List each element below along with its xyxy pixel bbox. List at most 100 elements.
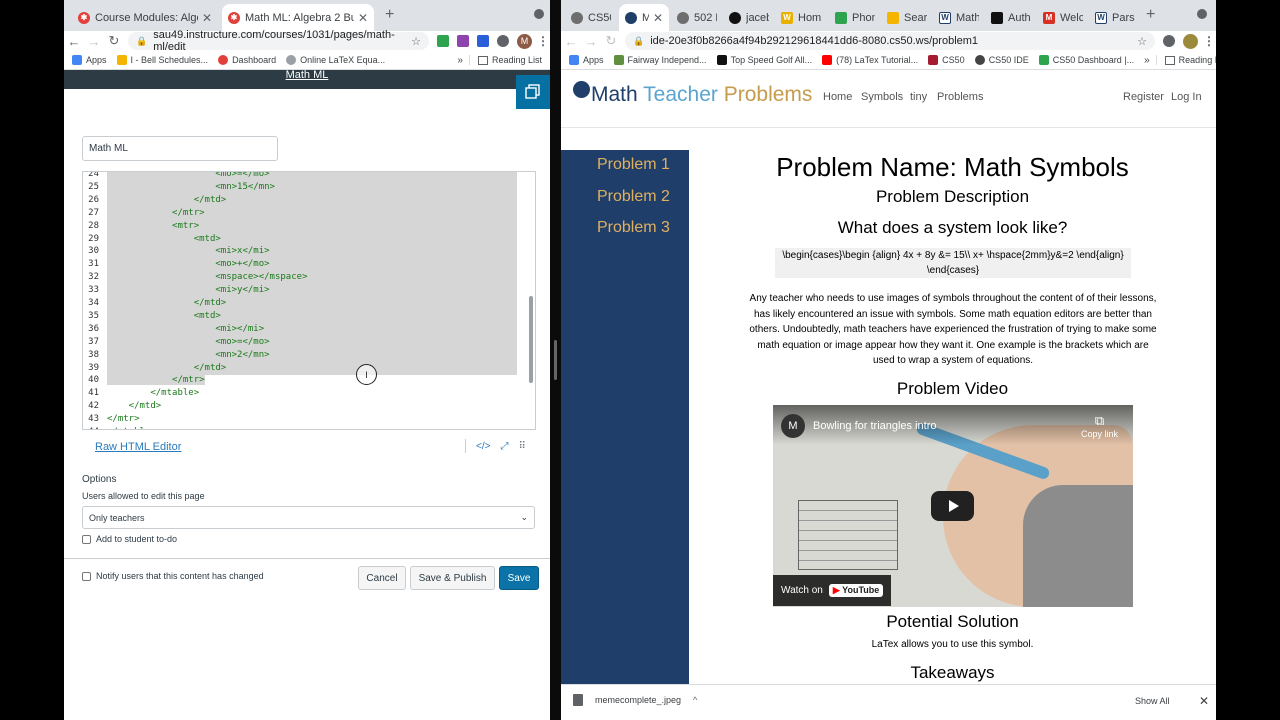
bookmark-star-icon[interactable]: ☆ [1137,35,1147,48]
brand-logo-icon[interactable] [573,81,590,98]
forward-icon[interactable]: → [84,34,104,49]
extension-purple-icon[interactable] [457,35,469,47]
menu-icon[interactable]: ⋮ [536,34,550,48]
bookmark-latex-equation[interactable]: Online LaTeX Equa... [286,55,385,65]
tab-course-modules[interactable]: ✱ Course Modules: Algebra 2 Build ✕ [72,4,218,31]
tab-phone[interactable]: Phone [829,4,881,31]
checkbox-label: Notify users that this content has chang… [96,571,264,581]
nav-register[interactable]: Register [1123,91,1164,103]
sidebar-item-problem-3[interactable]: Problem 3 [597,219,670,237]
show-all-button[interactable]: Show All [1135,696,1170,706]
tab-math-ml[interactable]: ✱ Math ML: Algebra 2 Build ✕ [222,4,374,31]
tab-home[interactable]: W Home [775,4,827,31]
copy-button[interactable] [516,75,550,109]
tab-author[interactable]: Author [985,4,1037,31]
bookmark-bell-schedules[interactable]: I - Bell Schedules... [116,55,208,65]
tab-search-icon[interactable] [1197,9,1207,19]
close-tab-icon[interactable]: ✕ [202,11,212,25]
tab-parsing[interactable]: W Parsing [1089,4,1141,31]
checkbox[interactable] [82,534,91,544]
page-title-input[interactable] [82,136,278,161]
more-bookmarks-icon[interactable]: » [457,55,463,66]
html-code-icon[interactable]: </> [476,441,490,452]
reload-icon[interactable]: ↻ [601,33,621,49]
new-tab-icon[interactable]: + [1146,6,1155,24]
tab-search[interactable]: Search [881,4,933,31]
brand-title[interactable]: Math Teacher Problems [591,83,812,107]
new-tab-icon[interactable]: + [385,6,394,24]
address-bar[interactable]: 🔒 ide-20e3f0b8266a4f94b292129618441dd6-8… [625,32,1155,50]
edit-permission-select[interactable]: Only teachers ⌄ [82,506,535,529]
bookmark-cs50[interactable]: CS50 [928,55,965,65]
channel-avatar[interactable]: M [781,414,805,438]
close-tab-icon[interactable]: ✕ [358,11,368,25]
bookmark-cs50-ide[interactable]: CS50 IDE [974,55,1029,65]
bookmark-apps[interactable]: Apps [72,55,107,65]
close-tab-icon[interactable]: ✕ [653,11,663,25]
window-split-divider[interactable] [550,0,561,720]
nav-symbols[interactable]: Symbols [861,91,903,103]
download-item[interactable]: memecomplete_.jpeg ^ [573,694,697,706]
menu-icon[interactable]: ⋮ [1202,34,1216,48]
extension-green-icon[interactable] [437,35,449,47]
nav-tiny[interactable]: tiny [910,91,927,103]
bookmark-dashboard[interactable]: Dashboard [218,55,276,65]
bookmark-apps[interactable]: Apps [569,55,604,65]
code-line: <mn>15</mn> [107,180,517,194]
more-bookmarks-icon[interactable]: » [1144,55,1150,66]
tab-welcome[interactable]: M Welcom [1037,4,1089,31]
back-icon[interactable]: ← [64,34,84,49]
nav-log-in[interactable]: Log In [1171,91,1202,103]
close-icon[interactable]: ✕ [1199,694,1209,708]
chevron-up-icon[interactable]: ^ [693,695,697,705]
reload-icon[interactable]: ↻ [104,33,124,49]
tab-title: CS50 I [588,11,611,24]
reading-list-button[interactable]: Reading List [1155,55,1216,65]
tab-search-icon[interactable] [534,9,544,19]
fullscreen-icon[interactable]: ⤢ [500,441,508,452]
profile-avatar[interactable] [1183,33,1198,49]
forward-icon[interactable]: → [581,34,601,49]
checkbox[interactable] [82,571,91,581]
bookmark-star-icon[interactable]: ☆ [411,35,421,48]
save-button[interactable]: Save [499,566,539,590]
add-to-todo-checkbox[interactable]: Add to student to-do [82,534,177,544]
video-title[interactable]: Bowling for triangles intro [813,420,937,432]
profile-avatar[interactable]: M [517,33,532,49]
globe-icon [974,55,985,65]
bookmark-top-speed-golf[interactable]: Top Speed Golf All... [716,55,812,65]
editor-scrollbar[interactable] [529,296,533,383]
bookmark-fairway[interactable]: Fairway Independ... [613,55,707,65]
extensions-puzzle-icon[interactable] [1163,35,1175,47]
back-icon[interactable]: ← [561,34,581,49]
notify-users-checkbox[interactable]: Notify users that this content has chang… [82,571,264,581]
bookmark-cs50-dashboard[interactable]: CS50 Dashboard |... [1038,55,1134,65]
sidebar-item-problem-2[interactable]: Problem 2 [597,188,670,206]
drag-handle[interactable] [554,340,557,380]
raw-html-code-editor[interactable]: 24 25 26 27 28 29 30 31 32 33 34 35 36 37 38 39 40 41 42 43… [82,171,536,430]
save-and-publish-button[interactable]: Save & Publish [410,566,495,590]
youtube-embed[interactable]: M Bowling for triangles intro ⧉ Copy lin… [773,405,1133,607]
tab-cs50[interactable]: CS50 I [565,4,617,31]
address-bar[interactable]: 🔒 sau49.instructure.com/courses/1031/pag… [128,29,429,53]
extensions-puzzle-icon[interactable] [497,35,509,47]
tab-title: Welcom [1060,11,1083,24]
extension-c-icon[interactable] [477,35,489,47]
nav-home[interactable]: Home [823,91,852,103]
play-button[interactable] [931,491,974,521]
copy-link-button[interactable]: ⧉ Copy link [1081,413,1118,439]
nav-problems[interactable]: Problems [937,91,983,103]
raw-html-editor-link[interactable]: Raw HTML Editor [95,441,181,453]
page-header-link[interactable]: Math ML [286,69,329,81]
bookmark-latex-tutorial[interactable]: (78) LaTex Tutorial... [822,55,918,65]
watch-on-youtube-button[interactable]: Watch on ▶ YouTube [773,575,892,606]
reading-list-button[interactable]: Reading List [468,55,550,65]
cancel-button[interactable]: Cancel [358,566,406,590]
tab-github[interactable]: jacebro [723,4,775,31]
tab-mathematics[interactable]: W Mathem [933,4,985,31]
resize-handle-icon[interactable]: ⠿ [518,441,525,452]
description-heading: Problem Description [875,187,1030,206]
tab-502[interactable]: 502 Ba [671,4,723,31]
sidebar-item-problem-1[interactable]: Problem 1 [597,156,670,174]
tab-math-teacher[interactable]: Mat ✕ [619,4,669,31]
